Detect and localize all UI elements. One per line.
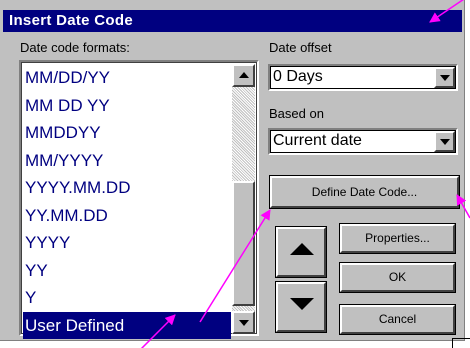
arrow-up-icon: [239, 72, 249, 78]
scroll-up-button[interactable]: [232, 64, 255, 87]
properties-button[interactable]: Properties...: [339, 223, 456, 254]
title-bar[interactable]: Insert Date Code: [3, 10, 462, 32]
chevron-down-icon: [440, 75, 450, 81]
list-item[interactable]: YY: [23, 257, 231, 285]
arrow-up-icon: [290, 243, 314, 255]
based-on-value: Current date: [273, 132, 362, 149]
scroll-thumb[interactable]: [232, 181, 255, 306]
list-item-selected[interactable]: User Defined: [23, 311, 231, 339]
move-up-button[interactable]: [275, 226, 327, 278]
define-date-code-button[interactable]: Define Date Code...: [269, 175, 460, 209]
list-item[interactable]: YYYY: [23, 229, 231, 257]
move-down-button[interactable]: [275, 281, 327, 333]
format-list: MM/DD/YY MM DD YY MMDDYY MM/YYYY YYYY.MM…: [23, 64, 231, 339]
date-offset-select[interactable]: 0 Days: [268, 64, 458, 91]
screenshot-canvas: Insert Date Code Date code formats: MM/D…: [0, 0, 470, 348]
based-on-dropdown-button[interactable]: [434, 131, 455, 152]
list-item[interactable]: YY.MM.DD: [23, 202, 231, 230]
define-date-code-label: Define Date Code...: [311, 185, 418, 199]
list-item[interactable]: MM/YYYY: [23, 147, 231, 175]
date-offset-value: 0 Days: [273, 68, 323, 85]
list-item[interactable]: YYYY.MM.DD: [23, 174, 231, 202]
date-formats-listbox[interactable]: MM/DD/YY MM DD YY MMDDYY MM/YYYY YYYY.MM…: [19, 60, 259, 339]
insert-date-code-dialog: Insert Date Code Date code formats: MM/D…: [0, 0, 465, 341]
formats-label: Date code formats:: [20, 40, 130, 55]
arrow-down-icon: [239, 320, 249, 326]
scroll-down-button[interactable]: [232, 311, 255, 334]
ok-label: OK: [388, 270, 407, 284]
list-item[interactable]: MM DD YY: [23, 92, 231, 120]
date-offset-dropdown-button[interactable]: [434, 67, 455, 88]
cancel-label: Cancel: [378, 312, 417, 326]
date-offset-label: Date offset: [269, 40, 332, 55]
list-item[interactable]: Y: [23, 284, 231, 312]
list-scrollbar[interactable]: [232, 64, 255, 334]
arrow-down-icon: [290, 298, 314, 310]
list-item[interactable]: MM/DD/YY: [23, 64, 231, 92]
ok-button[interactable]: OK: [339, 262, 456, 293]
dialog-title: Insert Date Code: [9, 12, 133, 29]
list-item[interactable]: MMDDYY: [23, 119, 231, 147]
based-on-label: Based on: [269, 106, 324, 121]
cancel-button[interactable]: Cancel: [339, 304, 456, 335]
window-edge-fragment: [452, 338, 470, 348]
properties-label: Properties...: [365, 231, 430, 245]
based-on-select[interactable]: Current date: [268, 128, 458, 155]
chevron-down-icon: [440, 139, 450, 145]
